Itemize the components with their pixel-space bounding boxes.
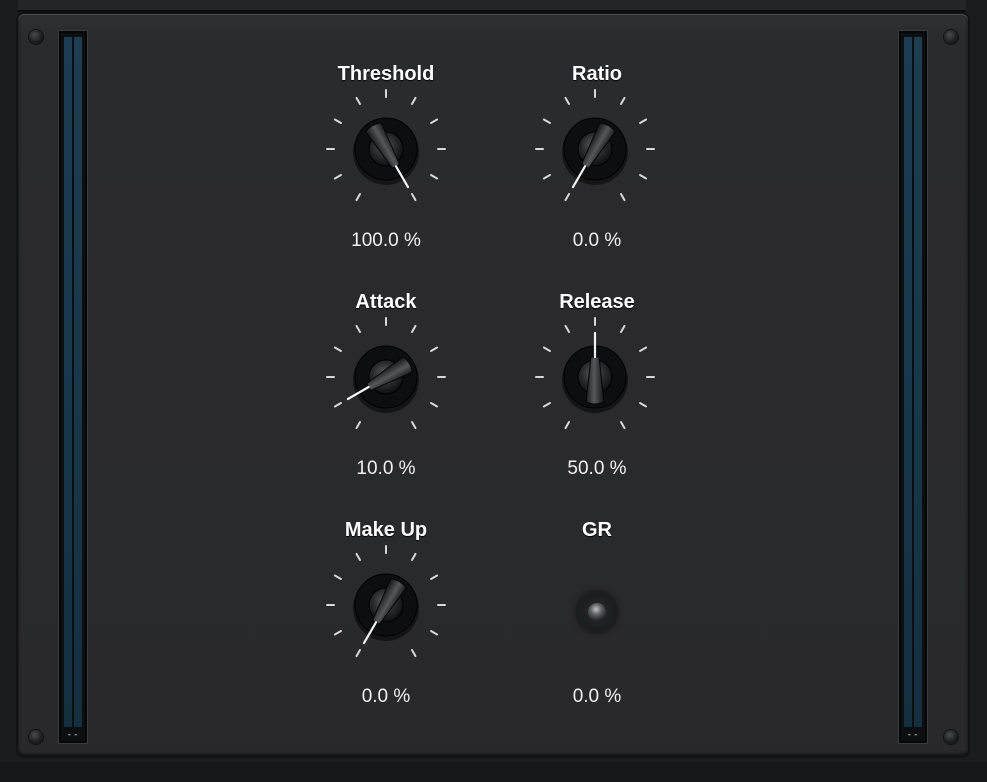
attack-value: 10.0 % [356,458,416,479]
attack-label: Attack [355,291,417,313]
knob-tick-mark [564,324,570,333]
threshold-value: 100.0 % [351,230,421,251]
knob-tick-mark [411,193,417,202]
screw-icon [944,730,958,744]
makeup-label: Make Up [344,519,428,541]
gain-reduction-led-icon [577,592,617,632]
knob-tick-mark [355,324,361,333]
makeup-knob[interactable] [321,540,451,670]
knob-tick-mark [620,324,626,333]
screw-icon [29,730,43,744]
knob-tick-mark [639,402,648,408]
knob-tick-mark [411,552,417,561]
knob-tick-mark [355,193,361,202]
knob-tick-mark [333,402,342,408]
top-strip [18,0,966,12]
screw-icon [29,30,43,44]
knob-tick-mark [542,402,551,408]
knob-tick-mark [411,649,417,658]
gr-value: 0.0 % [572,686,622,707]
ratio-label: Ratio [572,63,622,85]
knob-tick-mark [564,421,570,430]
knob-tick-mark [564,96,570,105]
knob-tick-mark [333,118,342,124]
knob-tick-mark [411,324,417,333]
attack-knob[interactable] [321,312,451,442]
knob-tick-mark [355,552,361,561]
knob-tick-mark [620,421,626,430]
knob-tick-mark [411,421,417,430]
knob-tick-mark [620,96,626,105]
makeup-value: 0.0 % [361,686,411,707]
knob-tick-mark [430,402,439,408]
knob-tick-mark [355,96,361,105]
gr-label: GR [582,519,612,541]
knob-tick-mark [355,421,361,430]
knob-tick-mark [430,630,439,636]
knob-tick-mark [430,174,439,180]
knob-tick-mark [639,174,648,180]
knob-tick-mark [430,574,439,580]
threshold-label: Threshold [337,63,435,85]
release-value: 50.0 % [567,458,627,479]
knob-tick-mark [639,118,648,124]
knob-tick-mark [355,649,361,658]
threshold-knob[interactable] [321,84,451,214]
knob-tick-mark [564,193,570,202]
knob-tick-mark [411,96,417,105]
input-meter-readout: -- [66,730,80,740]
compressor-panel [18,14,968,756]
knob-tick-mark [430,118,439,124]
input-level-meter: -- [59,31,87,743]
release-knob[interactable] [530,312,660,442]
knob-tick-mark [333,174,342,180]
knob-tick-mark [620,193,626,202]
knob-tick-mark [639,346,648,352]
screw-icon [944,30,958,44]
ratio-knob[interactable] [530,84,660,214]
knob-tick-mark [430,346,439,352]
knob-tick-mark [333,346,342,352]
knob-tick-mark [542,118,551,124]
knob-tick-mark [542,346,551,352]
knob-tick-mark [333,630,342,636]
output-level-meter: -- [899,31,927,743]
ratio-value: 0.0 % [572,230,622,251]
outer-bottom [0,762,987,782]
release-label: Release [559,291,635,313]
knob-tick-mark [542,174,551,180]
output-meter-readout: -- [906,730,920,740]
knob-tick-mark [333,574,342,580]
